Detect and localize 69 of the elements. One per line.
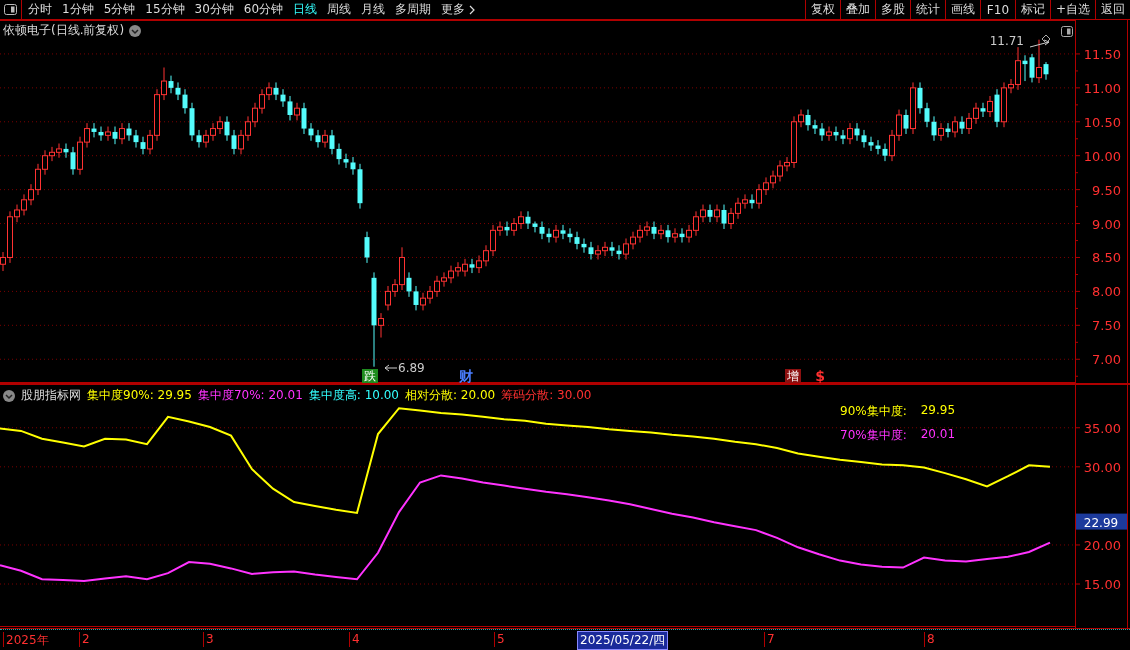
event-marker[interactable]: 财 [459, 368, 473, 383]
legend-item: 筹码分散: 30.00 [501, 387, 592, 404]
toolbar-button[interactable]: 复权 [804, 0, 840, 19]
toolbar-button[interactable]: 多股 [874, 0, 910, 19]
price-tick: 10.00 [1083, 148, 1121, 164]
dropdown-icon[interactable] [129, 24, 142, 37]
date-label: 4 [349, 632, 360, 647]
dropdown-icon[interactable] [3, 389, 15, 402]
period-tab[interactable]: 周线 [327, 1, 352, 18]
diamond-icon[interactable] [1041, 34, 1051, 44]
price-tick: 8.00 [1092, 284, 1121, 300]
price-tick: 11.50 [1083, 46, 1121, 62]
date-label: 7 [764, 632, 775, 647]
period-tab[interactable]: 1分钟 [62, 1, 94, 18]
event-marker[interactable]: 增 [785, 369, 801, 383]
axis-tick: 35.00 [1083, 420, 1121, 436]
price-tick: 11.00 [1083, 80, 1121, 96]
price-tick: 7.00 [1092, 352, 1121, 368]
inset-label: 70%集中度: [840, 427, 907, 444]
toolbar-button[interactable]: 返回 [1095, 0, 1130, 19]
arrow-icon [1029, 39, 1050, 48]
period-tab[interactable]: 多周期 [395, 1, 432, 18]
panel-toggle-icon[interactable] [4, 4, 17, 15]
date-label: 5 [494, 632, 505, 647]
toolbar-button[interactable]: 统计 [909, 0, 945, 19]
price-tick: 9.00 [1092, 216, 1121, 232]
legend-item: 集中度高: 10.00 [308, 387, 399, 404]
cursor-date-label: 2025/05/22/四 [577, 631, 669, 650]
period-tab[interactable]: 30分钟 [194, 1, 234, 18]
date-label: 2 [79, 632, 90, 647]
period-tab[interactable]: 月线 [361, 1, 386, 18]
inset-label: 90%集中度: [840, 403, 907, 420]
price-tick: 10.50 [1083, 114, 1121, 130]
arrow-icon [384, 364, 398, 372]
chart-title: 依顿电子(日线.前复权) [3, 22, 125, 39]
date-label: 3 [203, 632, 214, 647]
candlestick [364, 231, 370, 264]
price-tick: 7.50 [1092, 318, 1121, 334]
inset-value: 20.01 [920, 427, 956, 443]
indicator-name: 股朋指标网 [21, 387, 81, 404]
legend-item: 集中度90%: 29.95 [87, 387, 192, 404]
event-marker[interactable]: 跌 [362, 369, 378, 383]
axis-tick: 30.00 [1083, 459, 1121, 475]
period-tab[interactable]: 更多 [441, 1, 476, 18]
inset-value: 29.95 [920, 403, 956, 419]
period-tab[interactable]: 日线 [293, 1, 318, 18]
chevron-right-icon [469, 4, 476, 15]
toolbar-button[interactable]: 叠加 [839, 0, 875, 19]
toolbar-button[interactable]: F10 [979, 0, 1015, 19]
date-label: 8 [924, 632, 935, 647]
toolbar-button[interactable]: +自选 [1049, 0, 1095, 19]
period-tab[interactable]: 60分钟 [243, 1, 284, 18]
axis-tick: 15.00 [1083, 577, 1121, 593]
panel-toggle-icon[interactable] [1061, 26, 1073, 37]
event-marker[interactable]: $ [815, 368, 825, 383]
period-tab[interactable]: 15分钟 [145, 1, 185, 18]
low-price-label: 6.89 [398, 361, 425, 375]
cursor-value-label: 22.99 [1076, 513, 1127, 530]
date-label: 2025年 [3, 632, 49, 647]
toolbar-button[interactable]: 画线 [944, 0, 980, 19]
period-tab[interactable]: 分时 [28, 1, 52, 18]
period-tab[interactable]: 5分钟 [103, 1, 136, 18]
high-price-label: 11.71 [989, 34, 1024, 48]
legend-item: 相对分散: 20.00 [405, 387, 496, 404]
legend-item: 集中度70%: 20.01 [197, 387, 303, 404]
axis-tick: 20.00 [1083, 537, 1121, 553]
toolbar-button[interactable]: 标记 [1014, 0, 1050, 19]
price-tick: 8.50 [1092, 250, 1121, 266]
price-tick: 9.50 [1092, 182, 1121, 198]
